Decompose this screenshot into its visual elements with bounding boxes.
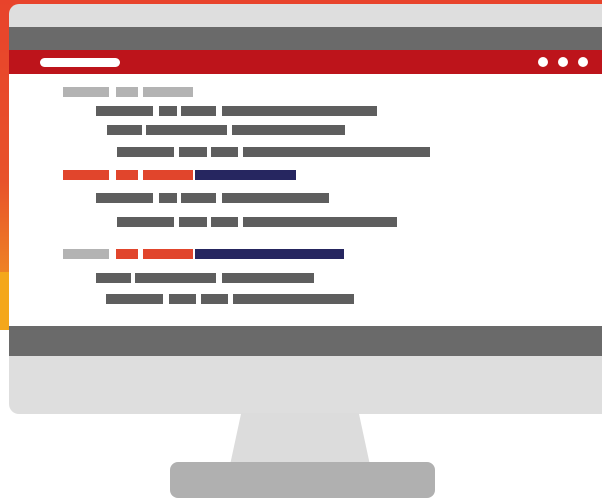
- code-token: [96, 193, 153, 203]
- code-token: [179, 147, 207, 157]
- code-token: [232, 125, 345, 135]
- code-token: [222, 106, 377, 116]
- code-token: [96, 106, 153, 116]
- code-token: [159, 106, 177, 116]
- window-dot-icon: [578, 57, 588, 67]
- code-token-highlight: [143, 170, 193, 180]
- code-token: [63, 249, 109, 259]
- code-token: [96, 273, 131, 283]
- code-token: [159, 193, 177, 203]
- code-token: [243, 217, 397, 227]
- code-token: [116, 87, 138, 97]
- monitor-base: [170, 462, 435, 498]
- code-token: [181, 106, 216, 116]
- monitor-stand: [230, 413, 370, 465]
- code-token: [169, 294, 196, 304]
- code-token: [135, 273, 216, 283]
- code-token-highlight: [116, 249, 138, 259]
- code-token: [201, 294, 228, 304]
- code-token: [106, 294, 163, 304]
- code-token: [117, 147, 174, 157]
- code-token-highlight: [143, 249, 193, 259]
- code-token: [181, 193, 216, 203]
- code-token: [179, 217, 207, 227]
- code-token: [211, 217, 238, 227]
- code-token: [63, 87, 109, 97]
- code-token: [146, 125, 227, 135]
- code-token: [107, 125, 142, 135]
- address-bar-pill: [40, 58, 120, 67]
- code-token: [211, 147, 238, 157]
- window-dot-icon: [538, 57, 548, 67]
- code-token-keyword: [195, 249, 344, 259]
- code-token: [222, 193, 329, 203]
- code-token-keyword: [195, 170, 296, 180]
- monitor-bottom-bar: [9, 326, 602, 356]
- code-token: [222, 273, 314, 283]
- code-token: [233, 294, 354, 304]
- code-token-highlight: [116, 170, 138, 180]
- code-token: [117, 217, 174, 227]
- monitor-top-bar: [9, 27, 602, 50]
- window-dot-icon: [558, 57, 568, 67]
- code-token-highlight: [63, 170, 109, 180]
- code-token: [243, 147, 430, 157]
- code-token: [143, 87, 193, 97]
